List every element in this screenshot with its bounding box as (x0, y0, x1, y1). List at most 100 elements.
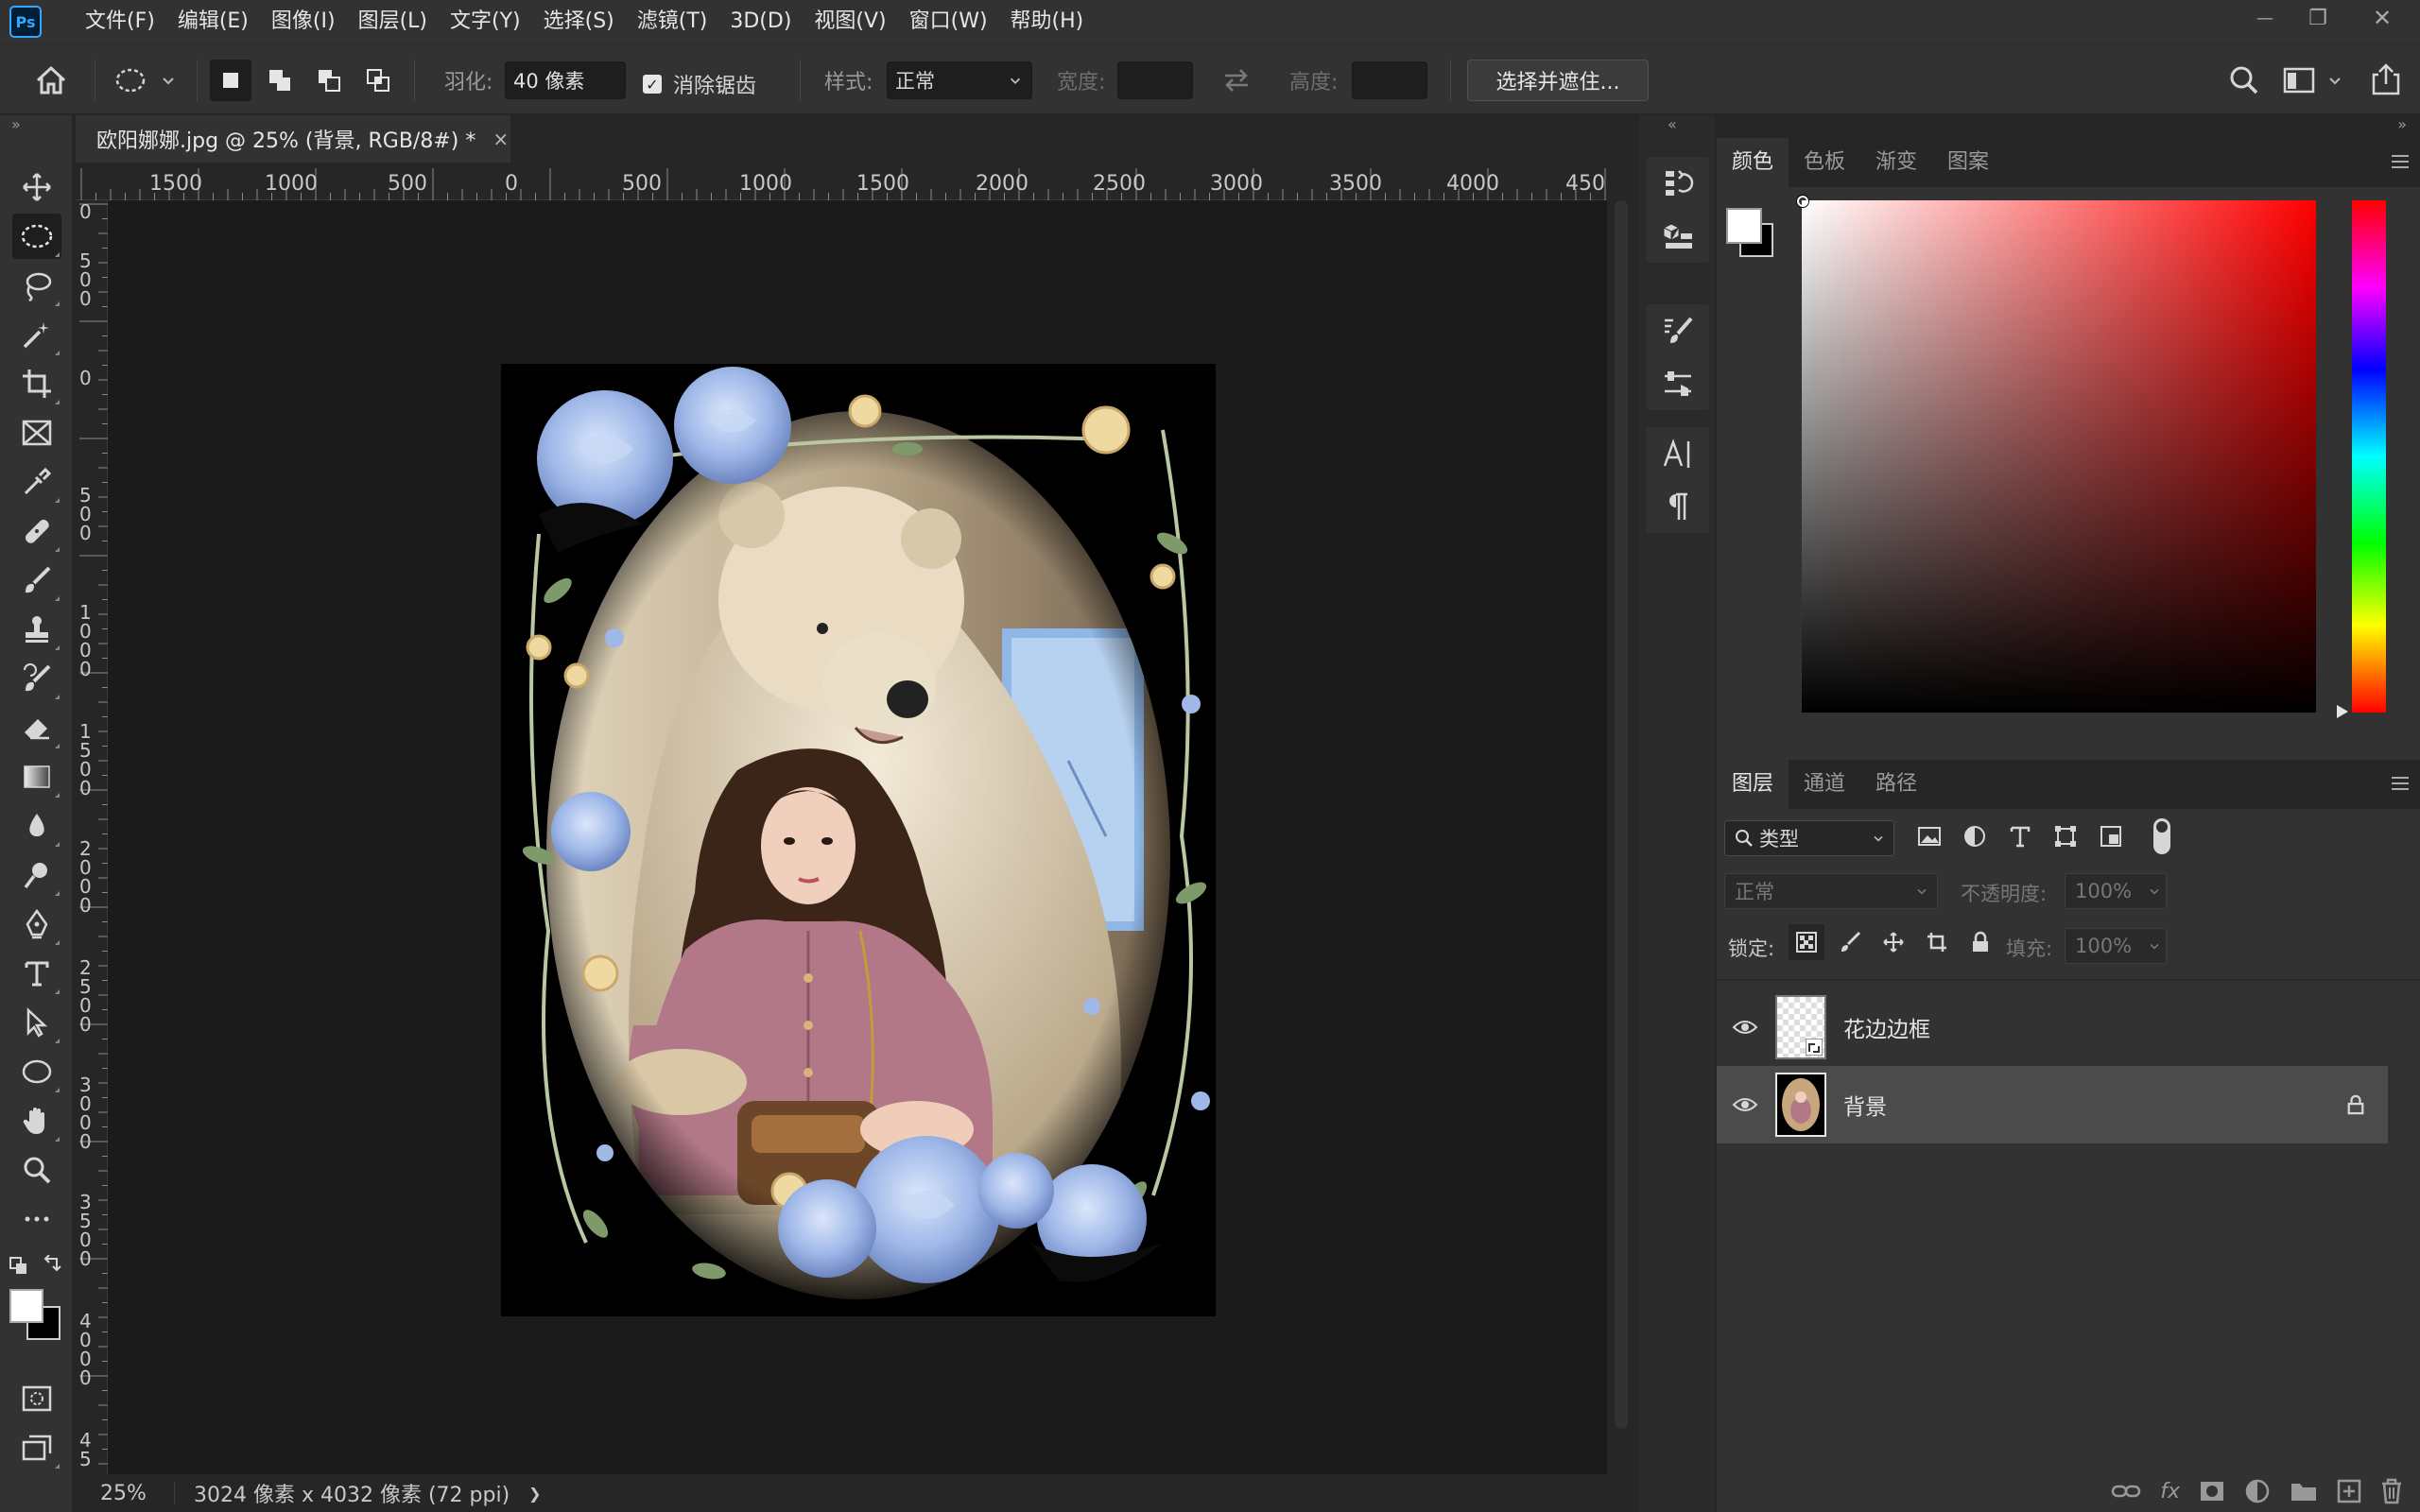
type-layer-filter-icon[interactable] (2008, 824, 2032, 849)
panel-menu-icon[interactable] (2390, 773, 2411, 794)
tab-patterns[interactable]: 图案 (1932, 138, 2004, 187)
close-window-button[interactable]: ✕ (2344, 0, 2420, 36)
blur-tool[interactable] (12, 803, 61, 849)
style-select[interactable]: 正常 (887, 61, 1032, 99)
foreground-color-swatch[interactable] (1726, 208, 1762, 244)
clone-stamp-tool[interactable] (12, 607, 61, 652)
eye-icon[interactable] (1732, 1095, 1758, 1114)
home-button[interactable] (32, 61, 70, 99)
pen-tool[interactable] (12, 902, 61, 947)
panel-menu-icon[interactable] (2390, 151, 2411, 172)
hue-slider-handle[interactable] (2337, 705, 2348, 718)
filter-toggle[interactable] (2153, 818, 2170, 854)
menu-edit[interactable]: 编辑(E) (166, 0, 260, 43)
scrollbar-thumb[interactable] (1615, 200, 1628, 1429)
tool-preset-picker[interactable] (112, 61, 182, 99)
blend-mode-select[interactable]: 正常 (1724, 873, 1938, 909)
menu-help[interactable]: 帮助(H) (999, 0, 1096, 43)
shape-layer-filter-icon[interactable] (2053, 824, 2078, 849)
eraser-tool[interactable] (12, 705, 61, 750)
menu-filter[interactable]: 滤镜(T) (626, 0, 719, 43)
intersect-selection-button[interactable] (357, 60, 399, 101)
fill-input[interactable]: 100% (2065, 928, 2167, 964)
adjustment-layer-icon[interactable] (2244, 1478, 2271, 1504)
swap-dimensions-button[interactable] (1221, 65, 1252, 99)
collapse-panels-icon[interactable]: » (2397, 115, 2407, 133)
share-button[interactable] (2369, 61, 2403, 101)
foreground-color-swatch[interactable] (9, 1289, 43, 1323)
layer-name[interactable]: 背景 (1843, 1089, 1887, 1121)
3d-panel-button[interactable] (1647, 210, 1709, 263)
width-input[interactable] (1117, 61, 1193, 99)
menu-type[interactable]: 文字(Y) (439, 0, 532, 43)
minimize-button[interactable]: — (2238, 0, 2291, 36)
hue-slider[interactable] (2352, 200, 2386, 713)
swap-colors-button[interactable] (42, 1254, 62, 1280)
new-selection-button[interactable] (210, 60, 251, 101)
document-tab[interactable]: 欧阳娜娜.jpg @ 25% (背景, RGB/8#) * × (76, 115, 510, 163)
link-layers-icon[interactable] (2111, 1481, 2141, 1502)
menu-view[interactable]: 视图(V) (803, 0, 897, 43)
menu-3d[interactable]: 3D(D) (718, 0, 803, 43)
frame-tool[interactable] (12, 410, 61, 455)
lock-position-button[interactable] (1876, 924, 1911, 960)
height-input[interactable] (1352, 61, 1427, 99)
character-panel-button[interactable] (1647, 427, 1709, 480)
search-button[interactable] (2227, 63, 2261, 101)
select-and-mask-button[interactable]: 选择并遮住... (1467, 60, 1649, 101)
eye-icon[interactable] (1732, 1018, 1758, 1037)
collapse-toolbar-icon[interactable]: » (11, 115, 21, 133)
layer-row-background[interactable]: 背景 (1717, 1066, 2388, 1143)
new-layer-icon[interactable] (2337, 1479, 2361, 1503)
close-document-button[interactable]: × (493, 128, 509, 150)
history-panel-button[interactable] (1647, 157, 1709, 210)
edit-toolbar-button[interactable] (12, 1196, 61, 1242)
lasso-tool[interactable] (12, 263, 61, 308)
tab-gradients[interactable]: 渐变 (1860, 138, 1932, 187)
default-colors-button[interactable] (9, 1257, 28, 1280)
paragraph-panel-button[interactable] (1647, 480, 1709, 533)
layer-name[interactable]: 花边边框 (1843, 1011, 1930, 1043)
layer-filter-select[interactable]: 类型 (1724, 820, 1894, 856)
zoom-level[interactable]: 25% (100, 1482, 174, 1505)
lock-icon[interactable] (2346, 1094, 2365, 1115)
lock-image-pixels-button[interactable] (1832, 924, 1868, 960)
eyedropper-tool[interactable] (12, 459, 61, 505)
quick-mask-button[interactable] (12, 1376, 61, 1421)
magic-wand-tool[interactable] (12, 312, 61, 357)
tab-color[interactable]: 颜色 (1717, 138, 1789, 187)
pixel-layer-filter-icon[interactable] (1917, 824, 1942, 849)
hand-tool[interactable] (12, 1098, 61, 1143)
menu-file[interactable]: 文件(F) (74, 0, 166, 43)
layer-row-frame[interactable]: 花边边框 (1717, 988, 2388, 1066)
vertical-scrollbar[interactable] (1607, 163, 1635, 1474)
crop-tool[interactable] (12, 361, 61, 406)
opacity-input[interactable]: 100% (2065, 873, 2167, 909)
zoom-tool[interactable] (12, 1147, 61, 1193)
healing-brush-tool[interactable] (12, 508, 61, 554)
lock-transparent-pixels-button[interactable] (1789, 924, 1824, 960)
lock-all-button[interactable] (1962, 924, 1998, 960)
menu-image[interactable]: 图像(I) (260, 0, 347, 43)
tab-paths[interactable]: 路径 (1860, 760, 1932, 809)
ellipse-tool[interactable] (12, 1049, 61, 1094)
tab-layers[interactable]: 图层 (1717, 760, 1789, 809)
add-to-selection-button[interactable] (259, 60, 301, 101)
saturation-brightness-field[interactable] (1797, 196, 2316, 713)
document-image[interactable] (501, 364, 1216, 1316)
path-selection-tool[interactable] (12, 1000, 61, 1045)
adjustments-panel-button[interactable] (1647, 357, 1709, 410)
status-menu-arrow[interactable]: ❯ (528, 1485, 541, 1503)
vertical-ruler[interactable]: 0 500 0 500 1000 1500 2000 2500 3000 350… (76, 200, 108, 1474)
layer-style-icon[interactable]: fx (2160, 1480, 2180, 1503)
color-picker-marker[interactable] (1797, 196, 1808, 207)
horizontal-ruler[interactable]: 1500 1000 500 0 500 1000 1500 2000 2500 … (76, 163, 1607, 200)
type-tool[interactable] (12, 951, 61, 996)
menu-layer[interactable]: 图层(L) (347, 0, 439, 43)
workspace-switcher[interactable] (2282, 65, 2344, 95)
new-group-icon[interactable] (2290, 1480, 2318, 1503)
gradient-tool[interactable] (12, 754, 61, 799)
antialias-checkbox[interactable]: ✓ 消除锯齿 (643, 69, 756, 99)
screen-mode-button[interactable] (12, 1425, 61, 1470)
move-tool[interactable] (12, 164, 61, 210)
